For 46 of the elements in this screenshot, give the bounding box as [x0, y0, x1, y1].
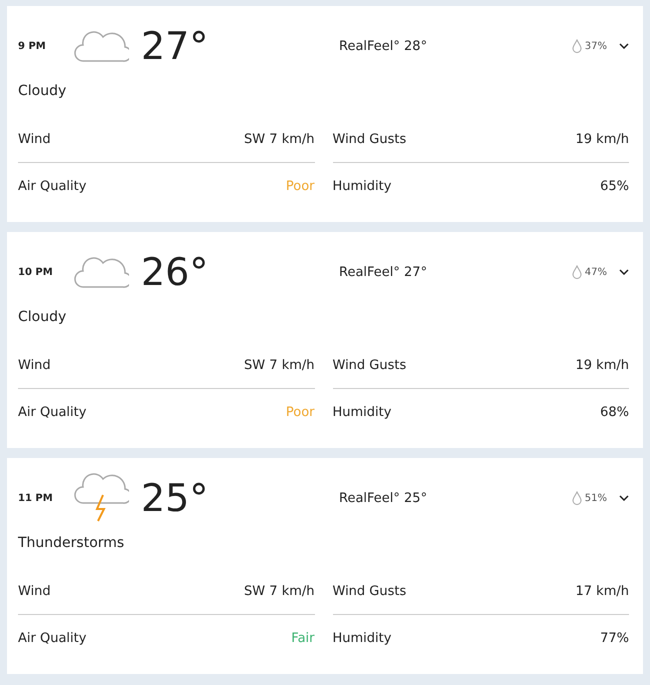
detail-label: Wind Gusts	[332, 358, 406, 372]
precipitation-text: 37%	[584, 40, 607, 52]
detail-label: Wind Gusts	[332, 132, 406, 146]
detail-value: SW 7 km/h	[244, 358, 314, 372]
detail-label: Humidity	[332, 178, 392, 194]
condition-text: Cloudy	[18, 82, 68, 101]
detail-value: Poor	[286, 404, 314, 420]
raindrop-icon	[572, 491, 582, 505]
detail-value: 65%	[600, 178, 629, 194]
time-label: 11 PM	[18, 492, 54, 504]
detail-value: SW 7 km/h	[244, 132, 314, 146]
thunderstorm-icon	[73, 473, 129, 523]
chevron-down-icon[interactable]	[619, 43, 629, 49]
precipitation-text: 51%	[584, 492, 607, 504]
precipitation-text: 47%	[584, 266, 607, 278]
realfeel-text: RealFeel° 25°	[339, 490, 428, 506]
detail-value: Poor	[286, 178, 314, 194]
temperature: 26°	[141, 250, 210, 294]
detail-label: Air Quality	[18, 630, 86, 646]
detail-value: Fair	[291, 630, 314, 646]
detail-value: 77%	[600, 630, 629, 646]
detail-value: 19 km/h	[576, 358, 629, 372]
detail-label: Wind Gusts	[332, 584, 406, 598]
realfeel-text: RealFeel° 27°	[339, 264, 428, 280]
detail-label: Humidity	[332, 630, 392, 646]
raindrop-icon	[572, 39, 582, 53]
detail-label: Wind	[18, 584, 51, 598]
chevron-down-icon[interactable]	[619, 269, 629, 275]
realfeel-text: RealFeel° 28°	[339, 38, 428, 54]
time-label: 10 PM	[18, 266, 54, 278]
raindrop-icon	[572, 265, 582, 279]
detail-label: Air Quality	[18, 178, 86, 194]
detail-label: Wind	[18, 358, 51, 372]
detail-label: Humidity	[332, 404, 392, 420]
detail-label: Wind	[18, 132, 51, 146]
condition-text: Cloudy	[18, 308, 68, 327]
detail-value: SW 7 km/h	[244, 584, 314, 598]
temperature: 25°	[141, 476, 210, 520]
temperature: 27°	[141, 24, 210, 68]
condition-text: Thunderstorms	[18, 534, 126, 553]
detail-value: 68%	[600, 404, 629, 420]
chevron-down-icon[interactable]	[619, 495, 629, 501]
detail-value: 19 km/h	[576, 132, 629, 146]
detail-label: Air Quality	[18, 404, 86, 420]
detail-value: 17 km/h	[576, 584, 629, 598]
time-label: 9 PM	[18, 40, 47, 52]
